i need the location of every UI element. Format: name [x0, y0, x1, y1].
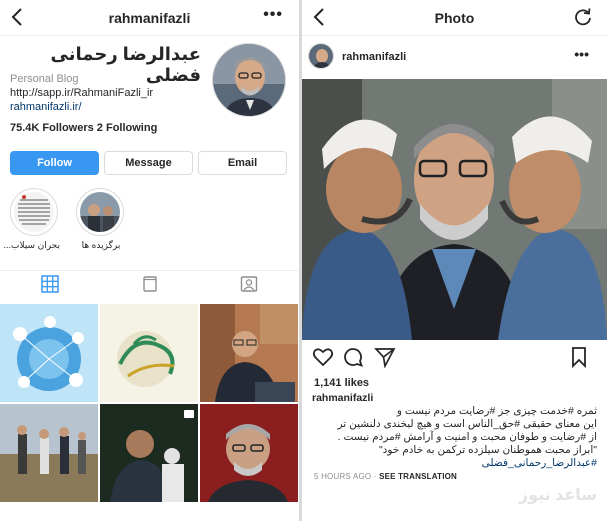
refresh-icon[interactable]	[573, 7, 593, 27]
caption-line: این معنای حقیقی #حق_الناس است و هیچ لبخن…	[337, 418, 597, 430]
igtv-icon	[141, 275, 159, 298]
grid-post[interactable]	[0, 304, 98, 402]
avatar[interactable]	[212, 43, 286, 117]
follow-button[interactable]: Follow	[10, 151, 99, 175]
more-horizontal-icon[interactable]: •••	[574, 46, 589, 62]
grid-post[interactable]	[0, 404, 98, 502]
post-header: rahmanifazli •••	[302, 40, 607, 76]
bookmark-icon[interactable]	[568, 346, 590, 369]
profile-tabs	[0, 270, 299, 302]
email-button[interactable]: Email	[198, 151, 287, 175]
likes-count[interactable]: 1,141 likes	[314, 377, 369, 389]
grid-post[interactable]	[200, 304, 298, 402]
grid-post[interactable]	[200, 404, 298, 502]
message-button[interactable]: Message	[104, 151, 193, 175]
photo-header: Photo	[302, 0, 607, 36]
more-horizontal-icon[interactable]: •••	[263, 6, 283, 24]
profile-username: rahmanifazli	[108, 9, 191, 26]
heart-icon[interactable]	[312, 346, 334, 368]
caption-line: ثمره #خدمت چیزی جز #رضایت مردم نیست و	[396, 405, 597, 417]
grid-icon	[41, 275, 59, 298]
chevron-left-icon[interactable]	[310, 6, 330, 28]
comment-icon[interactable]	[342, 346, 364, 368]
tab-grid[interactable]	[0, 271, 100, 302]
profile-bio-link: http://sapp.ir/RahmaniFazli_ir	[10, 87, 154, 99]
profile-category: Personal Blog	[10, 73, 79, 85]
photo-screen: Photo rahmanifazli ••• 1,141 likes rahma…	[302, 0, 607, 521]
chevron-left-icon[interactable]	[8, 6, 28, 28]
watermark-logo: ساعد نیوز	[518, 487, 597, 504]
profile-website[interactable]: rahmanifazli.ir/	[10, 101, 82, 113]
tab-tagged[interactable]	[199, 271, 299, 302]
post-caption: rahmanifazli ثمره #خدمت چیزی جز #رضایت م…	[312, 392, 597, 470]
caption-line: از #رضایت و طوفان محبت و امنیت و آرامش #…	[337, 431, 597, 443]
post-photo[interactable]	[302, 79, 607, 340]
story-highlight[interactable]: بحران سیلاب...	[3, 188, 61, 251]
profile-screen: rahmanifazli ••• عبدالرضا رحمانی فضلی Pe…	[0, 0, 299, 521]
caption-line: "ابراز محبت هموطنان سیلزده ترکمن به خادم…	[378, 444, 597, 456]
profile-stats[interactable]: 75.4K Followers 2 Following	[10, 122, 157, 134]
post-meta: 5 HOURS AGO · SEE TRANSLATION	[314, 472, 458, 481]
tagged-icon	[240, 275, 258, 298]
tab-igtv[interactable]	[100, 271, 200, 302]
grid-post[interactable]	[100, 304, 198, 402]
profile-header: rahmanifazli •••	[0, 0, 299, 36]
see-translation-link[interactable]: SEE TRANSLATION	[379, 472, 457, 481]
highlight-label: بحران سیلاب...	[3, 240, 61, 250]
avatar[interactable]	[308, 43, 334, 69]
highlight-label: برگزیده ها	[81, 240, 121, 250]
post-actions	[302, 346, 607, 369]
caption-username[interactable]: rahmanifazli	[312, 392, 597, 405]
photo-title: Photo	[434, 9, 475, 26]
caption-hashtag[interactable]: #عبدالرضا_رحمانی_فضلی	[312, 457, 597, 470]
story-highlight[interactable]: برگزیده ها	[76, 188, 126, 251]
post-username[interactable]: rahmanifazli	[342, 51, 406, 63]
post-time: 5 HOURS AGO	[314, 472, 372, 481]
paper-plane-icon[interactable]	[374, 346, 396, 369]
grid-post[interactable]	[100, 404, 198, 502]
